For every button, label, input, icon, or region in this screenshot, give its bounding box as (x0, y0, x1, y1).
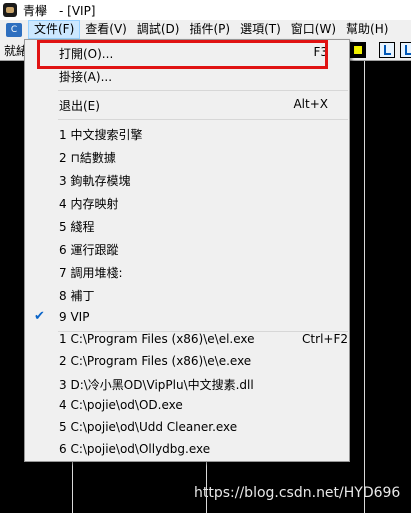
menu-item-recent-4[interactable]: 4 C:\pojie\od\OD.exe (26, 394, 348, 416)
menu-item-plugin-2[interactable]: 2 ⊓結數據 (26, 145, 348, 167)
menu-item-plugin-3[interactable]: 3 鉤軌存模塊 (26, 168, 348, 190)
file-menu-dropdown: 打開(O)... F3 掛接(A)... 退出(E) Alt+X 1 中文搜索引… (24, 39, 350, 462)
menu-item-recent-6[interactable]: 6 C:\pojie\od\Ollydbg.exe (26, 438, 348, 460)
menu-item-plugin-7[interactable]: 7 調用堆棧: (26, 260, 348, 282)
menu-item-plugin-6[interactable]: 6 運行跟蹤 (26, 237, 348, 259)
title-bar: 青欅 - [VIP] (0, 0, 411, 20)
menu-plugins[interactable]: 插件(P) (184, 20, 235, 39)
menu-item-plugin-9[interactable]: ✔ 9 VIP (26, 306, 348, 328)
menu-item-exit[interactable]: 退出(E) Alt+X (26, 93, 348, 115)
menu-separator (58, 90, 348, 91)
menu-item-recent-2[interactable]: 2 C:\Program Files (x86)\e\e.exe (26, 350, 348, 372)
menu-item-plugin-5[interactable]: 5 綫程 (26, 214, 348, 236)
menu-item-recent-3[interactable]: 3 D:\冷小黑OD\VipPlu\中文搜素.dll (26, 372, 348, 394)
toolbar-button-l-icon[interactable] (379, 42, 395, 58)
pane-divider (364, 61, 365, 513)
system-menu-icon[interactable]: C (6, 22, 22, 37)
toolbar-button-icon[interactable] (350, 42, 366, 58)
menu-item-plugin-8[interactable]: 8 補丁 (26, 283, 348, 305)
menu-item-recent-1[interactable]: 1 C:\Program Files (x86)\e\el.exe Ctrl+F… (26, 328, 348, 350)
highlight-annotation-box (37, 40, 328, 69)
menu-item-plugin-1[interactable]: 1 中文搜索引擎 (26, 122, 348, 144)
menu-bar: C 文件(F) 查看(V) 調試(D) 插件(P) 選項(T) 窗口(W) 幫助… (0, 20, 411, 39)
menu-item-plugin-4[interactable]: 4 内存映射 (26, 191, 348, 213)
checkmark-icon: ✔ (34, 309, 45, 324)
menu-separator (58, 119, 348, 120)
window-title: 青欅 - [VIP] (23, 3, 96, 18)
toolbar-button-e-icon[interactable] (400, 42, 411, 58)
watermark-text: https://blog.csdn.net/HYD696 (194, 485, 401, 501)
menu-debug[interactable]: 調試(D) (132, 20, 185, 39)
pane-divider (72, 462, 73, 513)
menu-help[interactable]: 幫助(H) (341, 20, 393, 39)
menu-item-recent-5[interactable]: 5 C:\pojie\od\Udd Cleaner.exe (26, 416, 348, 438)
menu-window[interactable]: 窗口(W) (286, 20, 341, 39)
app-icon (3, 3, 17, 17)
menu-view[interactable]: 查看(V) (80, 20, 132, 39)
menu-options[interactable]: 選項(T) (235, 20, 286, 39)
menu-file[interactable]: 文件(F) (28, 20, 81, 39)
